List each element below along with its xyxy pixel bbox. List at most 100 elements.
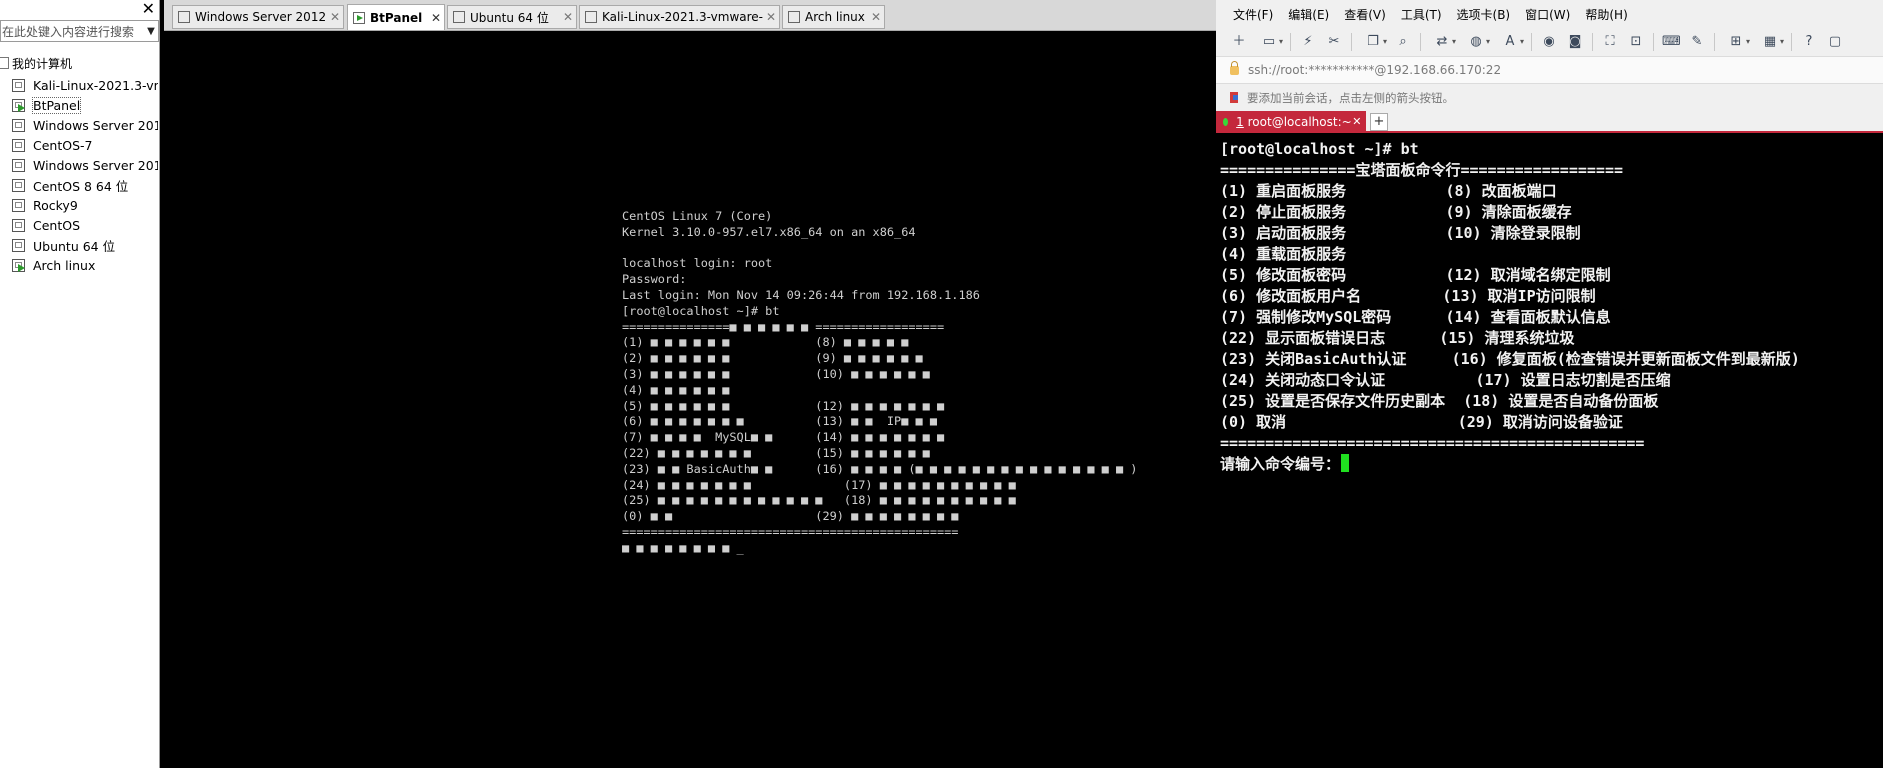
- vm-tab[interactable]: Kali-Linux-2021.3-vmware-am...✕: [579, 5, 780, 29]
- script-icon[interactable]: ✎: [1688, 33, 1706, 51]
- keyboard-icon[interactable]: ⌨: [1662, 33, 1681, 51]
- menu-item[interactable]: 选项卡(B): [1457, 6, 1511, 23]
- terminal-line: ========================================…: [1220, 434, 1645, 452]
- vm-list-item[interactable]: BtPanel: [12, 95, 158, 115]
- vm-console[interactable]: CentOS Linux 7 (Core) Kernel 3.10.0-957.…: [164, 31, 1216, 768]
- console-line: [root@localhost ~]# bt: [622, 303, 780, 318]
- vm-tab[interactable]: BtPanel ✕: [347, 4, 445, 30]
- new-tab-icon[interactable]: ⊞: [1723, 33, 1750, 51]
- session-address[interactable]: ssh://root:***********@192.168.66.170:22: [1248, 63, 1501, 77]
- menu-item[interactable]: 查看(V): [1344, 6, 1386, 23]
- vm-list-item[interactable]: CentOS-7: [12, 135, 158, 155]
- session-hint-bar: 要添加当前会话，点击左侧的箭头按钮。: [1216, 84, 1883, 111]
- menu-item[interactable]: 编辑(E): [1288, 6, 1329, 23]
- terminal-cursor: [1341, 454, 1350, 472]
- close-icon[interactable]: ✕: [1352, 115, 1362, 128]
- vm-list-item[interactable]: Arch linux: [12, 255, 158, 275]
- console-line: Last login: Mon Nov 14 09:26:44 from 192…: [622, 287, 980, 302]
- library-search-placeholder[interactable]: 在此处键入内容进行搜索: [1, 23, 144, 40]
- console-line: (2) ■ ■ ■ ■ ■ ■ (9) ■ ■ ■ ■ ■ ■: [622, 351, 923, 366]
- vm-list-item[interactable]: Windows Server 2012: [12, 115, 158, 135]
- vm-tab-label: Ubuntu 64 位: [470, 10, 549, 25]
- menu-item[interactable]: 窗口(W): [1525, 6, 1570, 23]
- vm-list-item[interactable]: CentOS: [12, 215, 158, 235]
- globe-icon[interactable]: ◍: [1463, 33, 1490, 51]
- chat-icon[interactable]: ▢: [1826, 33, 1844, 51]
- vm-list-item[interactable]: Kali-Linux-2021.3-vmware-amd64: [12, 75, 158, 95]
- close-icon[interactable]: ✕: [763, 10, 779, 24]
- menu-item[interactable]: 文件(F): [1233, 6, 1273, 23]
- tree-expander-icon[interactable]: [0, 57, 9, 69]
- vm-name: Rocky9: [33, 197, 78, 213]
- session-tab[interactable]: 1 root@localhost:~ ✕: [1216, 111, 1366, 132]
- vm-tab-label: Windows Server 2012: [195, 10, 327, 24]
- tree-root-my-computer[interactable]: 我的计算机: [0, 54, 72, 72]
- vm-name: Windows Server 2012: [33, 117, 158, 133]
- session-tab-title: root@localhost:~: [1247, 114, 1352, 129]
- vm-list-item[interactable]: CentOS 8 64 位: [12, 175, 158, 195]
- toolbar: ＋ ▭ ⚡ ✂ ❐ ⌕ ⇄ ◍ A ◉ ◙ ⛶ ⊡ ⌨ ✎ ⊞ ▦ ? ▢: [1216, 28, 1883, 56]
- vm-tab-icon: [788, 11, 800, 23]
- vm-name: CentOS: [33, 217, 81, 233]
- search-icon[interactable]: ⌕: [1394, 33, 1412, 51]
- vm-tab-icon: [453, 11, 465, 23]
- menu-item[interactable]: 帮助(H): [1585, 6, 1627, 23]
- toolbar-divider: [1592, 33, 1593, 51]
- chevron-down-icon[interactable]: ▼: [144, 26, 158, 37]
- close-icon[interactable]: ✕: [560, 10, 576, 24]
- fullscreen-icon[interactable]: ⛶: [1601, 33, 1619, 51]
- add-tab-button[interactable]: +: [1370, 113, 1388, 131]
- console-line: (22) ■ ■ ■ ■ ■ ■ ■ (15) ■ ■ ■ ■ ■ ■: [622, 445, 930, 460]
- vm-tab[interactable]: Ubuntu 64 位 ✕: [447, 5, 577, 29]
- console-line: (0) ■ ■ (29) ■ ■ ■ ■ ■ ■ ■ ■: [622, 509, 959, 524]
- vm-list-item[interactable]: Rocky9: [12, 195, 158, 215]
- menu-item[interactable]: 工具(T): [1401, 6, 1442, 23]
- terminal-line: (24) 关闭动态口令认证 (17) 设置日志切割是否压缩: [1220, 371, 1671, 389]
- vm-icon: [12, 218, 25, 232]
- toolbar-divider: [1351, 33, 1352, 51]
- lock-icon[interactable]: ⊡: [1627, 33, 1645, 51]
- font-icon[interactable]: A: [1497, 33, 1524, 51]
- close-icon[interactable]: ✕: [327, 10, 343, 24]
- xshell-window: 文件(F) 编辑(E) 查看(V) 工具(T) 选项卡(B) 窗口(W) 帮助(H) ＋ ▭…: [1216, 0, 1883, 768]
- vm-list-item[interactable]: Windows Server 2019: [12, 155, 158, 175]
- transfer-icon[interactable]: ⇄: [1429, 33, 1456, 51]
- vm-name: Ubuntu 64 位: [33, 238, 116, 254]
- help-icon[interactable]: ?: [1800, 33, 1818, 51]
- vm-name: BtPanel: [31, 96, 82, 114]
- vm-tab-icon: [585, 11, 597, 23]
- console-output: CentOS Linux 7 (Core) Kernel 3.10.0-957.…: [622, 209, 1137, 557]
- open-folder-icon[interactable]: ▭: [1256, 33, 1283, 51]
- terminal-line: (4) 重载面板服务: [1220, 245, 1347, 263]
- toolbar-divider: [1653, 33, 1654, 51]
- address-bar[interactable]: ssh://root:***********@192.168.66.170:22: [1216, 56, 1883, 84]
- console-line: localhost login: root: [622, 256, 773, 271]
- vm-tab[interactable]: Windows Server 2012 ✕: [172, 5, 344, 29]
- vm-tab-label: BtPanel: [370, 10, 423, 25]
- disconnect-icon[interactable]: ✂: [1325, 33, 1343, 51]
- bookmark-icon[interactable]: [1230, 92, 1238, 103]
- close-icon[interactable]: ✕: [142, 0, 155, 18]
- vm-icon: [12, 238, 25, 252]
- vm-list-item[interactable]: Ubuntu 64 位: [12, 235, 158, 255]
- toolbar-divider: [1531, 33, 1532, 51]
- close-icon[interactable]: ✕: [868, 10, 884, 24]
- toolbar-divider: [1791, 33, 1792, 51]
- close-icon[interactable]: ✕: [428, 11, 444, 25]
- new-session-icon[interactable]: ＋: [1230, 33, 1248, 51]
- vm-tab[interactable]: Arch linux ✕: [782, 5, 885, 29]
- xmanager-icon[interactable]: ◙: [1566, 33, 1584, 51]
- terminal[interactable]: [root@localhost ~]# bt ===============宝塔…: [1216, 133, 1883, 768]
- library-search-input[interactable]: 在此处键入内容进行搜索 ▼: [0, 20, 159, 42]
- toolbar-divider: [1714, 33, 1715, 51]
- terminal-prompt: 请输入命令编号：: [1220, 455, 1341, 473]
- copy-icon[interactable]: ❐: [1360, 33, 1387, 51]
- layout-icon[interactable]: ▦: [1757, 33, 1784, 51]
- session-hint-text: 要添加当前会话，点击左侧的箭头按钮。: [1247, 90, 1454, 105]
- toolbar-divider: [1420, 33, 1421, 51]
- console-line: (24) ■ ■ ■ ■ ■ ■ ■ (17) ■ ■ ■ ■ ■ ■ ■ ■ …: [622, 477, 1016, 492]
- connect-icon[interactable]: ⚡: [1299, 33, 1317, 51]
- vm-tab-icon: [353, 11, 365, 24]
- xftp-icon[interactable]: ◉: [1540, 33, 1558, 51]
- toolbar-divider: [1290, 33, 1291, 51]
